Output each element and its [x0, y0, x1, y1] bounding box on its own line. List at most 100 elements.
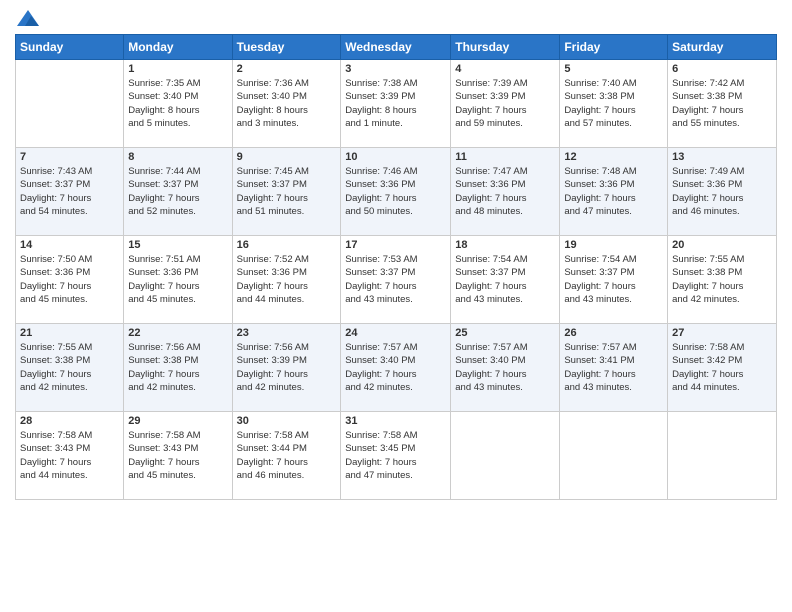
day-number: 19: [564, 239, 663, 251]
calendar-cell: 13 Sunrise: 7:49 AM Sunset: 3:36 PM Dayli…: [668, 148, 777, 236]
day-info: Sunrise: 7:52 AM Sunset: 3:36 PM Dayligh…: [237, 253, 337, 306]
calendar-cell: 21 Sunrise: 7:55 AM Sunset: 3:38 PM Dayli…: [16, 324, 124, 412]
calendar-cell: 4 Sunrise: 7:39 AM Sunset: 3:39 PM Daylig…: [451, 60, 560, 148]
calendar-cell: 11Sunrise: 7:47 AM Sunset: 3:36 PM Dayli…: [451, 148, 560, 236]
calendar-header-monday: Monday: [124, 35, 232, 60]
day-number: 15: [128, 239, 227, 251]
calendar-cell: 26 Sunrise: 7:57 AM Sunset: 3:41 PM Dayli…: [560, 324, 668, 412]
calendar-cell: 17Sunrise: 7:53 AM Sunset: 3:37 PM Dayli…: [341, 236, 451, 324]
day-number: 26: [564, 327, 663, 339]
calendar-header-sunday: Sunday: [16, 35, 124, 60]
calendar-cell: [16, 60, 124, 148]
day-info: Sunrise: 7:48 AM Sunset: 3:36 PM Dayligh…: [564, 165, 663, 218]
calendar-header-row: SundayMondayTuesdayWednesdayThursdayFrid…: [16, 35, 777, 60]
calendar-week-row: 28 Sunrise: 7:58 AM Sunset: 3:43 PM Dayli…: [16, 412, 777, 500]
calendar-cell: 23 Sunrise: 7:56 AM Sunset: 3:39 PM Dayli…: [232, 324, 341, 412]
calendar-cell: 25 Sunrise: 7:57 AM Sunset: 3:40 PM Dayli…: [451, 324, 560, 412]
calendar-cell: 10 Sunrise: 7:46 AM Sunset: 3:36 PM Dayli…: [341, 148, 451, 236]
calendar-cell: [451, 412, 560, 500]
day-number: 28: [20, 415, 119, 427]
day-info: Sunrise: 7:49 AM Sunset: 3:36 PM Dayligh…: [672, 165, 772, 218]
day-number: 20: [672, 239, 772, 251]
calendar-week-row: 7 Sunrise: 7:43 AM Sunset: 3:37 PM Daylig…: [16, 148, 777, 236]
day-info: Sunrise: 7:58 AM Sunset: 3:45 PM Dayligh…: [345, 429, 446, 482]
day-info: Sunrise: 7:35 AM Sunset: 3:40 PM Dayligh…: [128, 77, 227, 130]
day-info: Sunrise: 7:50 AM Sunset: 3:36 PM Dayligh…: [20, 253, 119, 306]
calendar-cell: 30 Sunrise: 7:58 AM Sunset: 3:44 PM Dayli…: [232, 412, 341, 500]
day-number: 18: [455, 239, 555, 251]
day-number: 22: [128, 327, 227, 339]
calendar-cell: [560, 412, 668, 500]
day-info: Sunrise: 7:54 AM Sunset: 3:37 PM Dayligh…: [455, 253, 555, 306]
calendar-header-tuesday: Tuesday: [232, 35, 341, 60]
day-number: 21: [20, 327, 119, 339]
logo: [15, 10, 39, 26]
day-info: Sunrise: 7:55 AM Sunset: 3:38 PM Dayligh…: [20, 341, 119, 394]
calendar-cell: 15 Sunrise: 7:51 AM Sunset: 3:36 PM Dayli…: [124, 236, 232, 324]
day-number: 24: [345, 327, 446, 339]
calendar-cell: 14 Sunrise: 7:50 AM Sunset: 3:36 PM Dayli…: [16, 236, 124, 324]
day-info: Sunrise: 7:56 AM Sunset: 3:39 PM Dayligh…: [237, 341, 337, 394]
day-info: Sunrise: 7:57 AM Sunset: 3:40 PM Dayligh…: [455, 341, 555, 394]
day-info: Sunrise: 7:57 AM Sunset: 3:41 PM Dayligh…: [564, 341, 663, 394]
calendar-cell: 1Sunrise: 7:35 AM Sunset: 3:40 PM Daylig…: [124, 60, 232, 148]
calendar-cell: 6 Sunrise: 7:42 AM Sunset: 3:38 PM Daylig…: [668, 60, 777, 148]
day-info: Sunrise: 7:47 AM Sunset: 3:36 PM Dayligh…: [455, 165, 555, 218]
day-info: Sunrise: 7:45 AM Sunset: 3:37 PM Dayligh…: [237, 165, 337, 218]
day-info: Sunrise: 7:40 AM Sunset: 3:38 PM Dayligh…: [564, 77, 663, 130]
calendar-cell: [668, 412, 777, 500]
day-info: Sunrise: 7:57 AM Sunset: 3:40 PM Dayligh…: [345, 341, 446, 394]
day-info: Sunrise: 7:44 AM Sunset: 3:37 PM Dayligh…: [128, 165, 227, 218]
calendar-cell: 3 Sunrise: 7:38 AM Sunset: 3:39 PM Daylig…: [341, 60, 451, 148]
day-number: 4: [455, 63, 555, 75]
calendar-header-wednesday: Wednesday: [341, 35, 451, 60]
calendar-week-row: 21 Sunrise: 7:55 AM Sunset: 3:38 PM Dayli…: [16, 324, 777, 412]
day-number: 16: [237, 239, 337, 251]
day-info: Sunrise: 7:38 AM Sunset: 3:39 PM Dayligh…: [345, 77, 446, 130]
day-number: 30: [237, 415, 337, 427]
day-info: Sunrise: 7:58 AM Sunset: 3:43 PM Dayligh…: [20, 429, 119, 482]
day-number: 6: [672, 63, 772, 75]
calendar-cell: 8 Sunrise: 7:44 AM Sunset: 3:37 PM Daylig…: [124, 148, 232, 236]
day-info: Sunrise: 7:58 AM Sunset: 3:42 PM Dayligh…: [672, 341, 772, 394]
day-number: 23: [237, 327, 337, 339]
day-info: Sunrise: 7:53 AM Sunset: 3:37 PM Dayligh…: [345, 253, 446, 306]
day-number: 9: [237, 151, 337, 163]
day-info: Sunrise: 7:55 AM Sunset: 3:38 PM Dayligh…: [672, 253, 772, 306]
calendar-cell: 27 Sunrise: 7:58 AM Sunset: 3:42 PM Dayli…: [668, 324, 777, 412]
day-number: 3: [345, 63, 446, 75]
day-number: 12: [564, 151, 663, 163]
day-info: Sunrise: 7:46 AM Sunset: 3:36 PM Dayligh…: [345, 165, 446, 218]
day-info: Sunrise: 7:58 AM Sunset: 3:44 PM Dayligh…: [237, 429, 337, 482]
calendar-header-friday: Friday: [560, 35, 668, 60]
day-number: 14: [20, 239, 119, 251]
calendar-cell: 22Sunrise: 7:56 AM Sunset: 3:38 PM Dayli…: [124, 324, 232, 412]
day-number: 27: [672, 327, 772, 339]
calendar-cell: 18 Sunrise: 7:54 AM Sunset: 3:37 PM Dayli…: [451, 236, 560, 324]
day-number: 5: [564, 63, 663, 75]
calendar-table: SundayMondayTuesdayWednesdayThursdayFrid…: [15, 34, 777, 500]
day-number: 7: [20, 151, 119, 163]
header: [15, 10, 777, 26]
calendar-cell: 24 Sunrise: 7:57 AM Sunset: 3:40 PM Dayli…: [341, 324, 451, 412]
day-number: 13: [672, 151, 772, 163]
logo-icon: [17, 10, 39, 26]
day-info: Sunrise: 7:43 AM Sunset: 3:37 PM Dayligh…: [20, 165, 119, 218]
day-info: Sunrise: 7:51 AM Sunset: 3:36 PM Dayligh…: [128, 253, 227, 306]
calendar-cell: 12 Sunrise: 7:48 AM Sunset: 3:36 PM Dayli…: [560, 148, 668, 236]
day-number: 2: [237, 63, 337, 75]
day-info: Sunrise: 7:39 AM Sunset: 3:39 PM Dayligh…: [455, 77, 555, 130]
day-number: 31: [345, 415, 446, 427]
day-number: 25: [455, 327, 555, 339]
calendar-week-row: 1Sunrise: 7:35 AM Sunset: 3:40 PM Daylig…: [16, 60, 777, 148]
day-number: 10: [345, 151, 446, 163]
calendar-cell: 19Sunrise: 7:54 AM Sunset: 3:37 PM Dayli…: [560, 236, 668, 324]
day-info: Sunrise: 7:42 AM Sunset: 3:38 PM Dayligh…: [672, 77, 772, 130]
calendar-cell: 20 Sunrise: 7:55 AM Sunset: 3:38 PM Dayli…: [668, 236, 777, 324]
calendar-cell: 9 Sunrise: 7:45 AM Sunset: 3:37 PM Daylig…: [232, 148, 341, 236]
day-number: 8: [128, 151, 227, 163]
calendar-cell: 16 Sunrise: 7:52 AM Sunset: 3:36 PM Dayli…: [232, 236, 341, 324]
day-info: Sunrise: 7:36 AM Sunset: 3:40 PM Dayligh…: [237, 77, 337, 130]
day-info: Sunrise: 7:58 AM Sunset: 3:43 PM Dayligh…: [128, 429, 227, 482]
day-number: 29: [128, 415, 227, 427]
